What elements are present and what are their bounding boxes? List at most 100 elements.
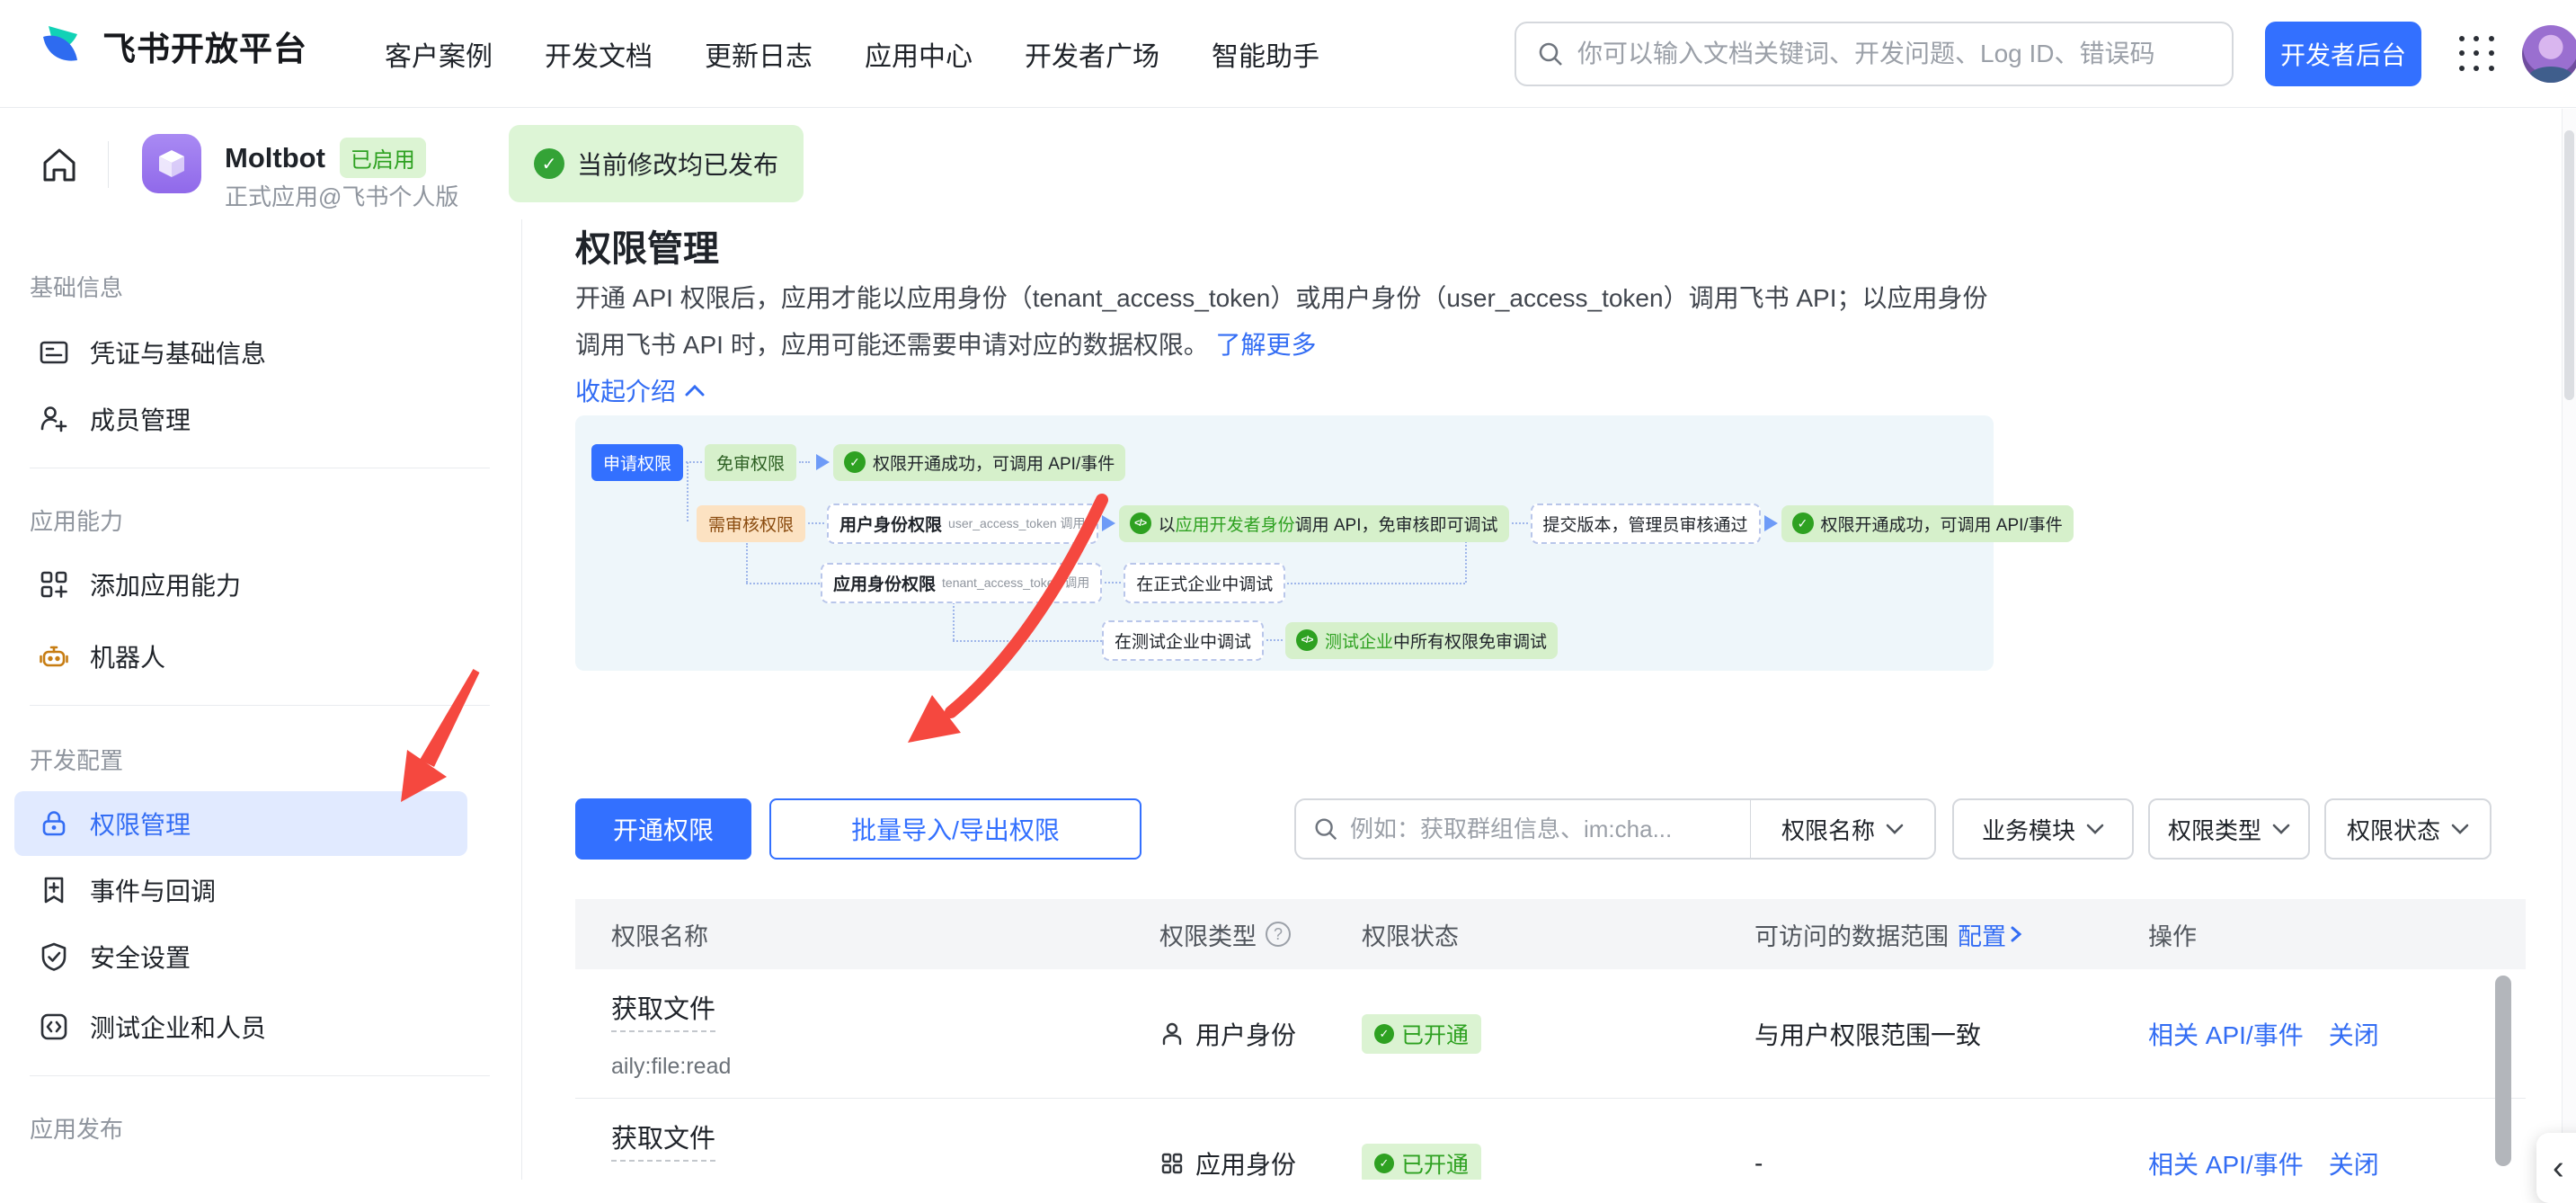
collapse-panel-button[interactable]: ‹ (2536, 1133, 2576, 1203)
publish-status-text: 当前修改均已发布 (577, 146, 778, 182)
sidebar-item-bot[interactable]: 机器人 (14, 624, 467, 689)
home-icon[interactable] (36, 141, 83, 188)
sidebar-section-devconfig: 开发配置 (30, 743, 123, 776)
close-permission-link[interactable]: 关闭 (2329, 1016, 2379, 1052)
main-content: 权限管理 开通 API 权限后，应用才能以应用身份（tenant_access_… (523, 219, 2562, 1180)
flow-need-review-node: 需审核权限 (697, 505, 805, 542)
close-permission-link[interactable]: 关闭 (2329, 1145, 2379, 1180)
description-line1: 开通 API 权限后，应用才能以应用身份（tenant_access_token… (575, 279, 1988, 315)
check-icon: ✓ (844, 451, 866, 473)
table-scrollbar-thumb[interactable] (2495, 976, 2511, 1166)
filter-permission-name-dropdown[interactable]: 权限名称 (1751, 800, 1934, 858)
permission-name[interactable]: 获取文件 (611, 1118, 715, 1162)
app-name: Moltbot (225, 142, 325, 174)
feishu-logo-icon (40, 22, 86, 69)
api-icon: </> (1130, 512, 1151, 534)
flow-no-review-node: 免审权限 (705, 444, 796, 481)
help-icon[interactable]: ? (1266, 922, 1291, 947)
sidebar-item-security[interactable]: 安全设置 (14, 924, 467, 989)
sidebar-item-label: 安全设置 (90, 939, 191, 975)
sidebar-item-label: 成员管理 (90, 401, 191, 437)
app-subtitle: 正式应用@飞书个人版 (225, 179, 458, 212)
flow-success-node-2: ✓ 权限开通成功，可调用 API/事件 (1781, 505, 2074, 542)
filter-permission-type-dropdown[interactable]: 权限类型 (2148, 798, 2310, 860)
nav-item-devplaza[interactable]: 开发者广场 (1025, 34, 1159, 74)
avatar[interactable] (2522, 25, 2576, 83)
flow-app-perm-label: 应用身份权限 (833, 571, 936, 595)
scope-config-link[interactable]: 配置 (1958, 917, 2022, 952)
filter-permission-status-dropdown[interactable]: 权限状态 (2324, 798, 2492, 860)
global-search-input[interactable] (1577, 40, 2212, 68)
open-permission-button[interactable]: 开通权限 (575, 798, 751, 860)
page-scrollbar[interactable] (2562, 109, 2576, 1180)
nav-item-appcenter[interactable]: 应用中心 (865, 34, 973, 74)
dropdown-label: 权限状态 (2347, 813, 2440, 846)
arrow-right-icon (816, 454, 830, 470)
sidebar-item-test-enterprise[interactable]: 测试企业和人员 (14, 994, 467, 1059)
related-api-link[interactable]: 相关 API/事件 (2148, 1145, 2304, 1180)
nav-item-assistant[interactable]: 智能助手 (1212, 34, 1319, 74)
permission-search-filter: 权限名称 (1294, 798, 1936, 860)
batch-import-export-button[interactable]: 批量导入/导出权限 (769, 798, 1141, 860)
permission-name[interactable]: 获取文件 (611, 988, 715, 1032)
status-label: 已开通 (1401, 1018, 1469, 1050)
dropdown-label: 业务模块 (1982, 813, 2075, 846)
person-plus-icon (38, 403, 70, 435)
sidebar-item-members[interactable]: 成员管理 (14, 387, 467, 451)
top-nav-menu: 客户案例 开发文档 更新日志 应用中心 开发者广场 智能助手 (385, 0, 1319, 108)
flow-submit-node: 提交版本，管理员审核通过 (1531, 503, 1761, 544)
code-square-icon (38, 1011, 70, 1043)
filter-module-dropdown[interactable]: 业务模块 (1952, 798, 2134, 860)
flow-connector (1105, 582, 1121, 584)
app-enabled-badge: 已启用 (340, 138, 426, 178)
flow-dev-call-node: </> 以应用开发者身份调用 API，免审核即可调试 (1119, 505, 1509, 542)
permission-search-box[interactable] (1296, 800, 1750, 858)
chevron-down-icon (2272, 824, 2290, 835)
column-header-scope: 可访问的数据范围 配置 (1754, 899, 2022, 969)
chevron-up-icon (685, 384, 705, 397)
column-header-status: 权限状态 (1362, 899, 1459, 969)
developer-console-button[interactable]: 开发者后台 (2265, 22, 2421, 86)
permission-code: aily:file:read (611, 1054, 731, 1080)
id-card-icon (38, 336, 70, 369)
sidebar-item-events[interactable]: 事件与回调 (14, 858, 467, 922)
sidebar-section-capability: 应用能力 (30, 503, 123, 537)
app-grid-icon (1159, 1151, 1185, 1176)
lock-icon (38, 807, 70, 840)
nav-item-changelog[interactable]: 更新日志 (705, 34, 813, 74)
publish-status-pill: ✓ 当前修改均已发布 (509, 125, 804, 202)
sidebar-item-label: 事件与回调 (90, 872, 216, 908)
nav-item-docs[interactable]: 开发文档 (545, 34, 653, 74)
learn-more-link[interactable]: 了解更多 (1215, 331, 1316, 359)
search-icon (1312, 815, 1339, 842)
flow-user-perm-code: user_access_token 调用 (948, 514, 1086, 532)
apps-grid-icon[interactable] (2459, 36, 2495, 72)
description-text: 调用飞书 API 时，应用可能还需要申请对应的数据权限。 (575, 331, 1209, 359)
sidebar-item-permissions[interactable]: 权限管理 (14, 791, 467, 856)
collapse-intro-label: 收起介绍 (575, 372, 676, 408)
column-header-scope-label: 可访问的数据范围 (1754, 917, 1949, 952)
api-icon: </> (1296, 629, 1318, 651)
collapse-intro-link[interactable]: 收起介绍 (575, 372, 705, 408)
flow-dev-call-label: 以应用开发者身份调用 API，免审核即可调试 (1159, 512, 1498, 536)
arrow-right-icon (1764, 515, 1778, 531)
arrow-right-icon (1102, 515, 1115, 531)
permission-type-label: 应用身份 (1195, 1145, 1296, 1180)
sidebar-item-credentials[interactable]: 凭证与基础信息 (14, 320, 467, 385)
check-icon: ✓ (1792, 512, 1814, 534)
nav-item-cases[interactable]: 客户案例 (385, 34, 493, 74)
sidebar-item-label: 权限管理 (90, 806, 191, 842)
brand-logo[interactable]: 飞书开放平台 (40, 22, 307, 70)
table-row: 获取文件 aily:file:read 用户身份 ✓ 已开通 与用户权限范围一致… (575, 969, 2526, 1099)
permission-type-label: 用户身份 (1195, 1016, 1296, 1052)
related-api-link[interactable]: 相关 API/事件 (2148, 1016, 2304, 1052)
permission-search-input[interactable] (1350, 815, 1692, 843)
chevron-down-icon (2086, 824, 2104, 835)
sidebar-section-basic: 基础信息 (30, 270, 123, 303)
page-scrollbar-thumb[interactable] (2564, 130, 2574, 400)
shield-check-icon (38, 940, 70, 973)
sidebar-item-add-capability[interactable]: 添加应用能力 (14, 552, 467, 617)
table-header: 权限名称 权限类型 ? 权限状态 可访问的数据范围 配置 操作 (575, 899, 2526, 969)
global-search[interactable] (1515, 22, 2234, 86)
flow-user-perm-node: 用户身份权限 user_access_token 调用 (827, 503, 1098, 544)
